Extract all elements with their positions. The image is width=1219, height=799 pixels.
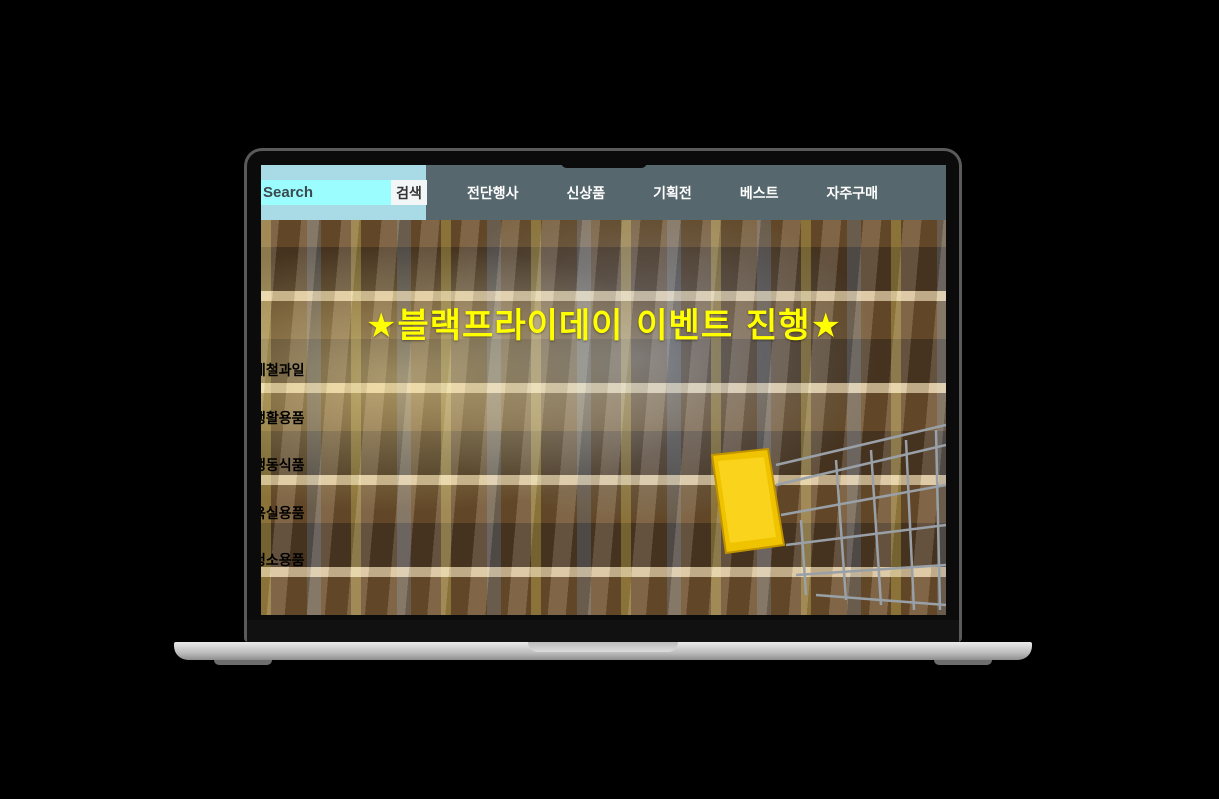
- category-label: 냉동식품: [261, 458, 305, 474]
- main-nav: 전단행사 신상품 기획전 베스트 자주구매: [443, 165, 902, 220]
- laptop-bezel-bottom: [247, 620, 959, 642]
- nav-item-new-products[interactable]: 신상품: [543, 183, 630, 203]
- site-header: 검색 전단행사 신상품 기획전 베스트 자주구매: [261, 165, 946, 220]
- laptop-screen: 검색 전단행사 신상품 기획전 베스트 자주구매: [261, 165, 946, 615]
- nav-item-frequent[interactable]: 자주구매: [802, 183, 902, 203]
- banner-title: ★블랙프라이데이 이벤트 진행★: [366, 306, 842, 346]
- hero-banner: ★블랙프라이데이 이벤트 진행★ 제철과일 생활용품 냉동식품 욕실용품 청소용…: [261, 220, 946, 615]
- category-label: 생활용품: [261, 410, 305, 427]
- laptop-foot-left: [214, 660, 272, 665]
- laptop-base-notch: [528, 642, 678, 652]
- laptop-foot-right: [934, 660, 992, 665]
- nav-item-exhibition[interactable]: 기획전: [629, 183, 716, 203]
- category-label: 과일: [278, 363, 305, 379]
- category-item-cleaning[interactable]: 청소용품: [261, 550, 305, 598]
- category-item-fruit[interactable]: 제철과일: [261, 360, 305, 408]
- category-label: 욕실용품: [261, 505, 305, 522]
- category-item-bath[interactable]: 욕실용품: [261, 503, 305, 551]
- search-button[interactable]: 검색: [391, 180, 427, 205]
- search-area: 검색: [261, 165, 427, 220]
- shopping-cart-icon: [710, 423, 946, 611]
- category-label: 청소용품: [261, 553, 305, 569]
- camera-notch: [561, 162, 647, 168]
- category-prefix: 제철: [261, 363, 279, 379]
- category-item-frozen[interactable]: 냉동식품: [261, 455, 305, 503]
- category-menu: 제철과일 생활용품 냉동식품 욕실용품 청소용품: [261, 360, 305, 598]
- nav-item-best[interactable]: 베스트: [716, 183, 803, 203]
- search-input[interactable]: [261, 180, 391, 205]
- nav-item-flyer[interactable]: 전단행사: [443, 183, 543, 203]
- category-item-household[interactable]: 생활용품: [261, 408, 305, 456]
